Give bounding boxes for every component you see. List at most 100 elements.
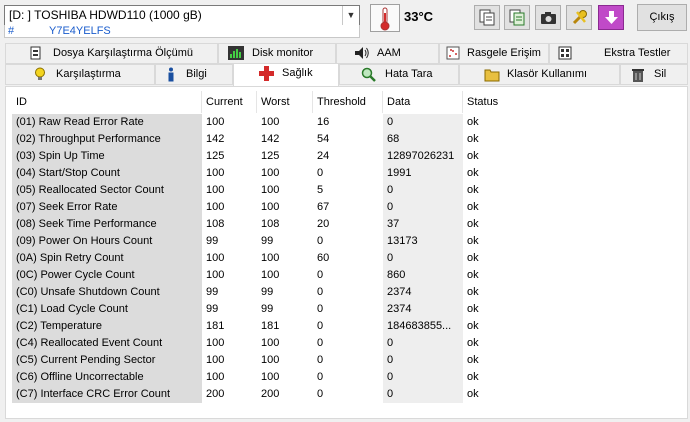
cell-status: ok bbox=[467, 167, 479, 179]
tools-button[interactable] bbox=[566, 5, 592, 30]
cell-status: ok bbox=[467, 201, 479, 213]
table-row[interactable]: (C7) Interface CRC Error Count 200 200 0 0 ok bbox=[12, 386, 682, 403]
cell-data: 37 bbox=[383, 216, 463, 233]
cell-data: 13173 bbox=[383, 233, 463, 250]
arrow-down-icon bbox=[605, 11, 618, 24]
tab-health[interactable]: Sağlık bbox=[233, 63, 339, 86]
download-button[interactable] bbox=[598, 5, 624, 30]
cell-data: 0 bbox=[383, 386, 463, 403]
cell-worst: 142 bbox=[261, 133, 280, 145]
tab-aam[interactable]: AAM bbox=[336, 43, 439, 64]
tab-info[interactable]: Bilgi bbox=[155, 64, 233, 85]
cell-current: 100 bbox=[206, 167, 225, 179]
table-row[interactable]: (C1) Load Cycle Count 99 99 0 2374 ok bbox=[12, 301, 682, 318]
serial-row: # Y7E4YELFS bbox=[4, 25, 360, 38]
cell-id: (02) Throughput Performance bbox=[12, 131, 202, 148]
cell-worst: 125 bbox=[261, 150, 280, 162]
cell-threshold: 0 bbox=[317, 286, 324, 298]
copy-all-button[interactable] bbox=[504, 5, 530, 30]
table-row[interactable]: (C5) Current Pending Sector 100 100 0 0 ok bbox=[12, 352, 682, 369]
exit-button[interactable]: Çıkış bbox=[637, 4, 687, 31]
cell-worst: 99 bbox=[261, 286, 274, 298]
cell-threshold: 16 bbox=[317, 116, 330, 128]
cell-threshold: 67 bbox=[317, 201, 330, 213]
cell-threshold: 5 bbox=[317, 184, 324, 196]
cell-status: ok bbox=[467, 252, 479, 264]
cell-worst: 100 bbox=[261, 116, 280, 128]
cell-threshold: 0 bbox=[317, 235, 324, 247]
cell-id: (C4) Reallocated Event Count bbox=[12, 335, 202, 352]
cell-threshold: 24 bbox=[317, 150, 330, 162]
column-header-current[interactable]: Current bbox=[202, 91, 257, 113]
tab-benchmark[interactable]: Karşılaştırma bbox=[5, 64, 155, 85]
temperature-value: 33°C bbox=[404, 9, 434, 24]
table-row[interactable]: (C4) Reallocated Event Count 100 100 0 0 ok bbox=[12, 335, 682, 352]
cell-id: (08) Seek Time Performance bbox=[12, 216, 202, 233]
column-header-worst[interactable]: Worst bbox=[257, 91, 313, 113]
tab-strip: Dosya Karşılaştırma Ölçümü Disk monitor … bbox=[0, 43, 690, 87]
cell-data: 0 bbox=[383, 250, 463, 267]
column-header-threshold[interactable]: Threshold bbox=[313, 91, 383, 113]
cell-threshold: 0 bbox=[317, 371, 324, 383]
cell-current: 100 bbox=[206, 201, 225, 213]
table-row[interactable]: (C2) Temperature 181 181 0 184683855... ok bbox=[12, 318, 682, 335]
copy-button[interactable] bbox=[474, 5, 500, 30]
cell-threshold: 0 bbox=[317, 337, 324, 349]
cell-data: 1991 bbox=[383, 165, 463, 182]
tab-label: Hata Tara bbox=[385, 68, 433, 80]
column-header-data[interactable]: Data bbox=[383, 91, 463, 113]
cell-status: ok bbox=[467, 269, 479, 281]
copy-icon bbox=[479, 9, 495, 26]
cell-current: 99 bbox=[206, 286, 219, 298]
table-row[interactable]: (0A) Spin Retry Count 100 100 60 0 ok bbox=[12, 250, 682, 267]
tab-erase[interactable]: Sil bbox=[620, 64, 688, 85]
table-row[interactable]: (05) Reallocated Sector Count 100 100 5 0 ok bbox=[12, 182, 682, 199]
tab-disk-monitor[interactable]: Disk monitor bbox=[218, 43, 336, 64]
cell-threshold: 0 bbox=[317, 167, 324, 179]
column-header-status[interactable]: Status bbox=[463, 91, 682, 113]
cell-status: ok bbox=[467, 371, 479, 383]
tab-error-scan[interactable]: Hata Tara bbox=[339, 64, 459, 85]
tab-file-benchmark[interactable]: Dosya Karşılaştırma Ölçümü bbox=[5, 43, 218, 64]
table-row[interactable]: (09) Power On Hours Count 99 99 0 13173 ok bbox=[12, 233, 682, 250]
table-row[interactable]: (C6) Offline Uncorrectable 100 100 0 0 ok bbox=[12, 369, 682, 386]
cell-status: ok bbox=[467, 184, 479, 196]
tab-folder-usage[interactable]: Klasör Kullanımı bbox=[459, 64, 620, 85]
table-row[interactable]: (08) Seek Time Performance 108 108 20 37 ok bbox=[12, 216, 682, 233]
cell-status: ok bbox=[467, 235, 479, 247]
chevron-down-icon[interactable]: ▼ bbox=[342, 6, 359, 25]
table-row[interactable]: (01) Raw Read Error Rate 100 100 16 0 ok bbox=[12, 114, 682, 131]
serial-number: Y7E4YELFS bbox=[49, 25, 111, 37]
cell-id: (03) Spin Up Time bbox=[12, 148, 202, 165]
cell-worst: 100 bbox=[261, 184, 280, 196]
table-row[interactable]: (C0) Unsafe Shutdown Count 99 99 0 2374 ok bbox=[12, 284, 682, 301]
cell-current: 100 bbox=[206, 184, 225, 196]
cell-worst: 181 bbox=[261, 320, 280, 332]
tab-label: Sil bbox=[654, 68, 667, 80]
screenshot-button[interactable] bbox=[535, 5, 561, 30]
cell-id: (04) Start/Stop Count bbox=[12, 165, 202, 182]
table-row[interactable]: (0C) Power Cycle Count 100 100 0 860 ok bbox=[12, 267, 682, 284]
camera-icon bbox=[541, 12, 556, 24]
cell-data: 184683855... bbox=[383, 318, 463, 335]
cell-id: (C7) Interface CRC Error Count bbox=[12, 386, 202, 403]
cell-worst: 100 bbox=[261, 371, 280, 383]
table-row[interactable]: (04) Start/Stop Count 100 100 0 1991 ok bbox=[12, 165, 682, 182]
cell-worst: 100 bbox=[261, 252, 280, 264]
column-header-id[interactable]: ID bbox=[12, 91, 202, 113]
serial-hash: # bbox=[8, 25, 15, 37]
cell-status: ok bbox=[467, 303, 479, 315]
table-row[interactable]: (03) Spin Up Time 125 125 24 12897026231 ok bbox=[12, 148, 682, 165]
drive-select[interactable]: [D: ] TOSHIBA HDWD110 (1000 gB) ▼ bbox=[4, 5, 360, 26]
tab-random-access[interactable]: Rasgele Erişim bbox=[439, 43, 549, 64]
cell-worst: 200 bbox=[261, 388, 280, 400]
cell-current: 99 bbox=[206, 235, 219, 247]
tab-extra-tests[interactable]: Ekstra Testler bbox=[549, 43, 688, 64]
cell-id: (0C) Power Cycle Count bbox=[12, 267, 202, 284]
table-row[interactable]: (07) Seek Error Rate 100 100 67 0 ok bbox=[12, 199, 682, 216]
thermometer-icon bbox=[370, 4, 400, 32]
wrench-icon bbox=[572, 10, 587, 25]
table-row[interactable]: (02) Throughput Performance 142 142 54 68 ok bbox=[12, 131, 682, 148]
cell-worst: 100 bbox=[261, 167, 280, 179]
tab-label: Klasör Kullanımı bbox=[507, 68, 588, 80]
